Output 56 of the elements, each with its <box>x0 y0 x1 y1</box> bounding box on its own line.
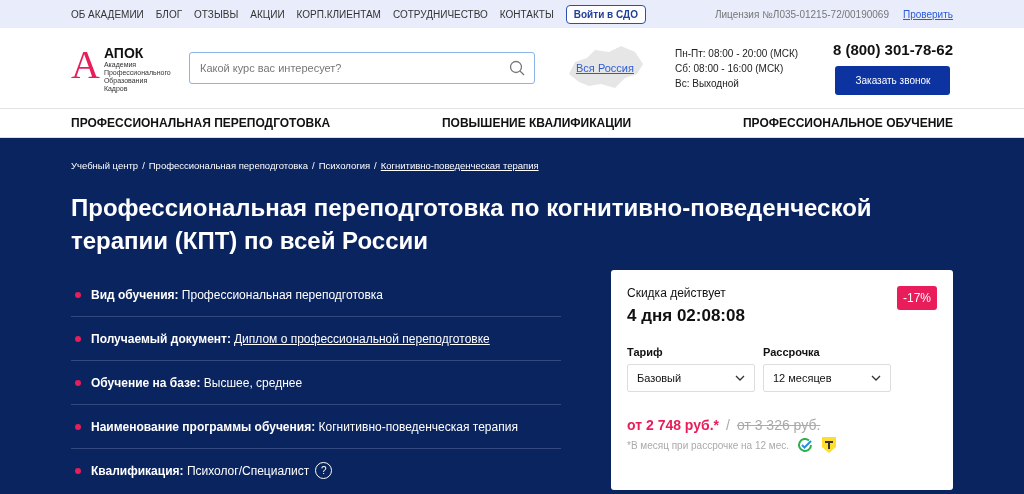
bullet-icon <box>75 335 81 342</box>
fact-text: Обучение на базе: Высшее, среднее <box>91 375 303 390</box>
logo-name: АПОК <box>103 44 145 61</box>
chevron-icon <box>735 375 745 381</box>
bullet-icon <box>75 423 81 430</box>
fact-text: Наименование программы обучения: Когнитивно-поведенческая терапия <box>91 419 518 434</box>
working-hours: Пн-Пт: 08:00 - 20:00 (МСК) <box>675 47 799 59</box>
top-nav-link[interactable]: СОТРУДНИЧЕСТВО <box>392 8 488 20</box>
logo-mark[interactable]: А <box>71 43 100 86</box>
top-nav-link[interactable]: АКЦИИ <box>250 8 285 20</box>
phone-number[interactable]: 8 (800) 301-78-62 <box>832 41 953 58</box>
breadcrumb-link[interactable]: Учебный центр <box>71 160 139 171</box>
discount-caption: Скидка действует <box>627 286 727 300</box>
page-title: Профессиональная переподготовка по когнитивно-поведенческой терапии (КПТ) по всей России <box>71 193 873 256</box>
select-label: Тариф <box>627 346 664 358</box>
installment-note: *В месяц при рассрочке на 12 мес. <box>627 439 790 451</box>
top-nav-link[interactable]: КОНТАКТЫ <box>499 8 554 20</box>
fact-text: Квалификация: Психолог/Специалист <box>91 463 310 478</box>
callback-button[interactable]: Заказать звонок <box>835 66 951 95</box>
countdown-timer: 4 дня 02:08:08 <box>627 306 745 326</box>
select-label: Рассрочка <box>763 346 821 358</box>
chevron-icon <box>871 375 881 381</box>
nav-link[interactable]: ПОВЫШЕНИЕ КВАЛИФИКАЦИИ <box>441 116 632 130</box>
nav-link[interactable]: ПРОФЕССИОНАЛЬНОЕ ОБУЧЕНИЕ <box>742 116 953 130</box>
breadcrumb-separator: / <box>142 160 145 171</box>
document-link[interactable]: Диплом о профессиональной переподготовке <box>233 331 490 346</box>
dropdown[interactable]: 12 месяцев <box>763 364 891 392</box>
breadcrumb-separator: / <box>374 160 377 171</box>
breadcrumb-separator: / <box>312 160 315 171</box>
fact-text: Получаемый документ: <box>91 331 231 346</box>
verify-link[interactable]: Проверить <box>903 8 953 20</box>
top-nav-link[interactable]: БЛОГ <box>155 8 183 20</box>
search-icon[interactable] <box>509 60 525 76</box>
old-price: от 3 326 руб. <box>736 417 821 433</box>
top-nav-link[interactable]: КОРП.КЛИЕНТАМ <box>296 8 381 20</box>
bullet-icon <box>75 467 81 474</box>
check-circle-icon <box>797 437 814 453</box>
nav-link[interactable]: ПРОФЕССИОНАЛЬНАЯ ПЕРЕПОДГОТОВКА <box>71 116 331 130</box>
price: от 2 748 руб.* <box>627 417 719 433</box>
top-nav-link[interactable]: ОТЗЫВЫ <box>194 8 239 20</box>
breadcrumb-link[interactable]: Когнитивно-поведенческая терапия <box>380 160 539 171</box>
working-hours: Вс: Выходной <box>675 77 740 89</box>
discount-badge: -17% <box>897 286 937 310</box>
price-separator: / <box>726 417 730 433</box>
top-nav-link[interactable]: ОБ АКАДЕМИИ <box>71 8 144 20</box>
bullet-icon <box>75 379 81 386</box>
shield-icon <box>821 436 838 454</box>
working-hours: Сб: 08:00 - 16:00 (МСК) <box>675 62 785 74</box>
breadcrumb-link[interactable]: Психология <box>318 160 371 171</box>
login-button[interactable]: Войти в СДО <box>565 4 646 24</box>
license-text: Лицензия №Л035-01215-72/00190069 <box>714 8 889 20</box>
breadcrumb-link[interactable]: Профессиональная переподготовка <box>148 160 308 171</box>
fact-text: Вид обучения: Профессиональная переподготовка <box>91 287 383 302</box>
bullet-icon <box>75 291 81 298</box>
search-field[interactable]: Какой курс вас интересует? <box>189 52 535 84</box>
dropdown[interactable]: Базовый <box>627 364 755 392</box>
